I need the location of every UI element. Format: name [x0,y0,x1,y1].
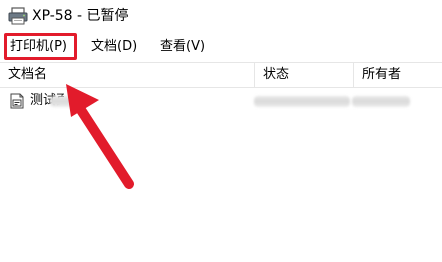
menu-view[interactable]: 查看(V) [158,36,207,58]
column-header-document-name[interactable]: 文档名 [8,63,250,87]
column-header-status[interactable]: 状态 [254,63,350,87]
list-header: 文档名 状态 所有者 [0,62,442,88]
highlight-box [4,33,77,60]
list-item[interactable]: 测试页 [0,90,442,112]
redacted-owner [352,96,410,107]
redacted-name-tail [50,96,76,107]
document-icon [10,93,24,109]
column-header-owner[interactable]: 所有者 [353,63,442,87]
menu-document[interactable]: 文档(D) [89,36,139,58]
title-bar: XP-58 - 已暂停 [0,0,442,32]
window-title: XP-58 - 已暂停 [32,8,129,24]
printer-icon [8,7,28,25]
redacted-status [254,96,350,107]
